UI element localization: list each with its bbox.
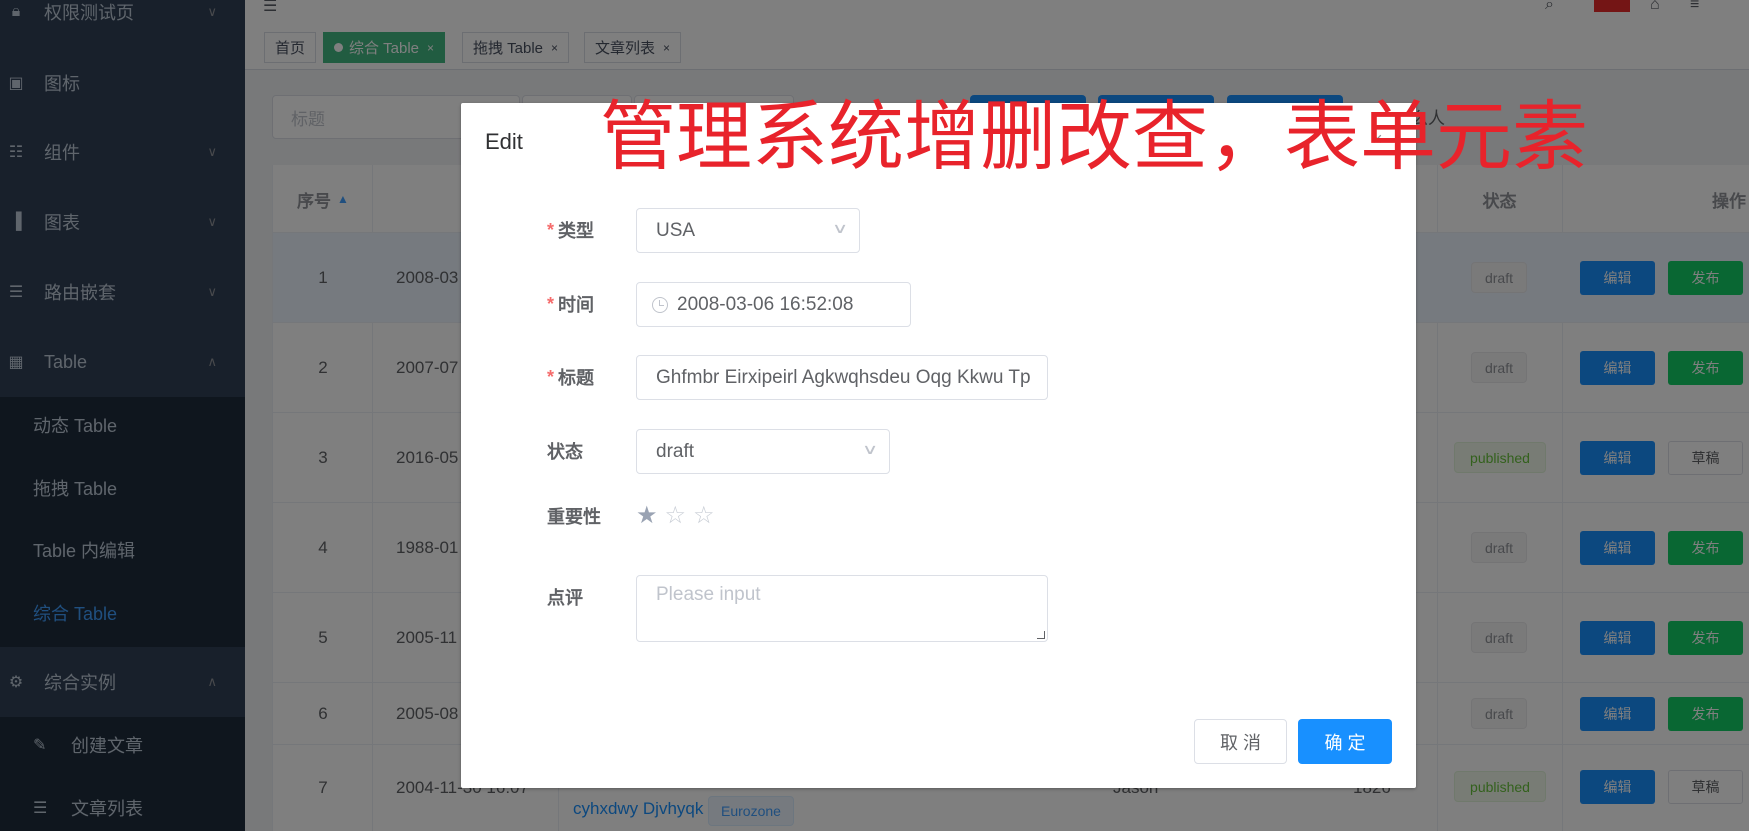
cancel-button[interactable]: 取 消 xyxy=(1194,719,1287,764)
type-select[interactable]: USA ∨ xyxy=(636,208,860,253)
time-label: * 时间 xyxy=(547,282,594,326)
importance-rate[interactable]: ★ ☆ ☆ xyxy=(636,501,722,531)
clock-icon xyxy=(652,296,668,313)
field-label: 重要性 xyxy=(547,507,601,527)
review-textarea[interactable]: Please input xyxy=(636,575,1048,642)
title-input[interactable]: Ghfmbr Eirxipeirl Agkwqhsdeu Oqg Kkwu Tp xyxy=(636,355,1048,400)
field-label: 点评 xyxy=(547,588,583,608)
chevron-down-icon: ∨ xyxy=(831,220,849,236)
title-label: * 标题 xyxy=(547,355,594,399)
time-picker[interactable]: 2008-03-06 16:52:08 xyxy=(636,282,911,327)
resize-handle-icon[interactable] xyxy=(1037,631,1045,639)
confirm-button[interactable]: 确 定 xyxy=(1298,719,1392,764)
time-value: 2008-03-06 16:52:08 xyxy=(677,293,854,315)
status-label: 状态 xyxy=(547,429,583,473)
edit-dialog: Edit × * 类型 USA ∨ * 时间 2008-03-06 16:52:08… xyxy=(461,103,1416,788)
importance-label: 重要性 xyxy=(547,494,601,538)
star-empty-icon[interactable]: ☆ xyxy=(693,504,715,528)
star-empty-icon[interactable]: ☆ xyxy=(665,504,687,528)
dialog-title: Edit xyxy=(485,129,523,154)
field-label: 类型 xyxy=(558,221,595,241)
field-label: 时间 xyxy=(558,295,595,315)
textarea-placeholder: Please input xyxy=(656,584,761,605)
chevron-down-icon: ∨ xyxy=(861,441,879,457)
title-value: Ghfmbr Eirxipeirl Agkwqhsdeu Oqg Kkwu Tp xyxy=(656,366,1031,388)
field-label: 标题 xyxy=(558,368,595,388)
review-label: 点评 xyxy=(547,575,583,619)
star-filled-icon[interactable]: ★ xyxy=(636,504,658,528)
required-mark: * xyxy=(547,219,555,240)
select-value: draft xyxy=(656,440,695,462)
select-value: USA xyxy=(656,219,696,241)
field-label: 状态 xyxy=(547,442,583,462)
banner-caption: 管理系统增删改查，表单元素 xyxy=(600,95,1588,180)
required-mark: * xyxy=(547,293,555,314)
required-mark: * xyxy=(547,366,555,387)
status-select[interactable]: draft ∨ xyxy=(636,429,890,474)
type-label: * 类型 xyxy=(547,208,594,252)
